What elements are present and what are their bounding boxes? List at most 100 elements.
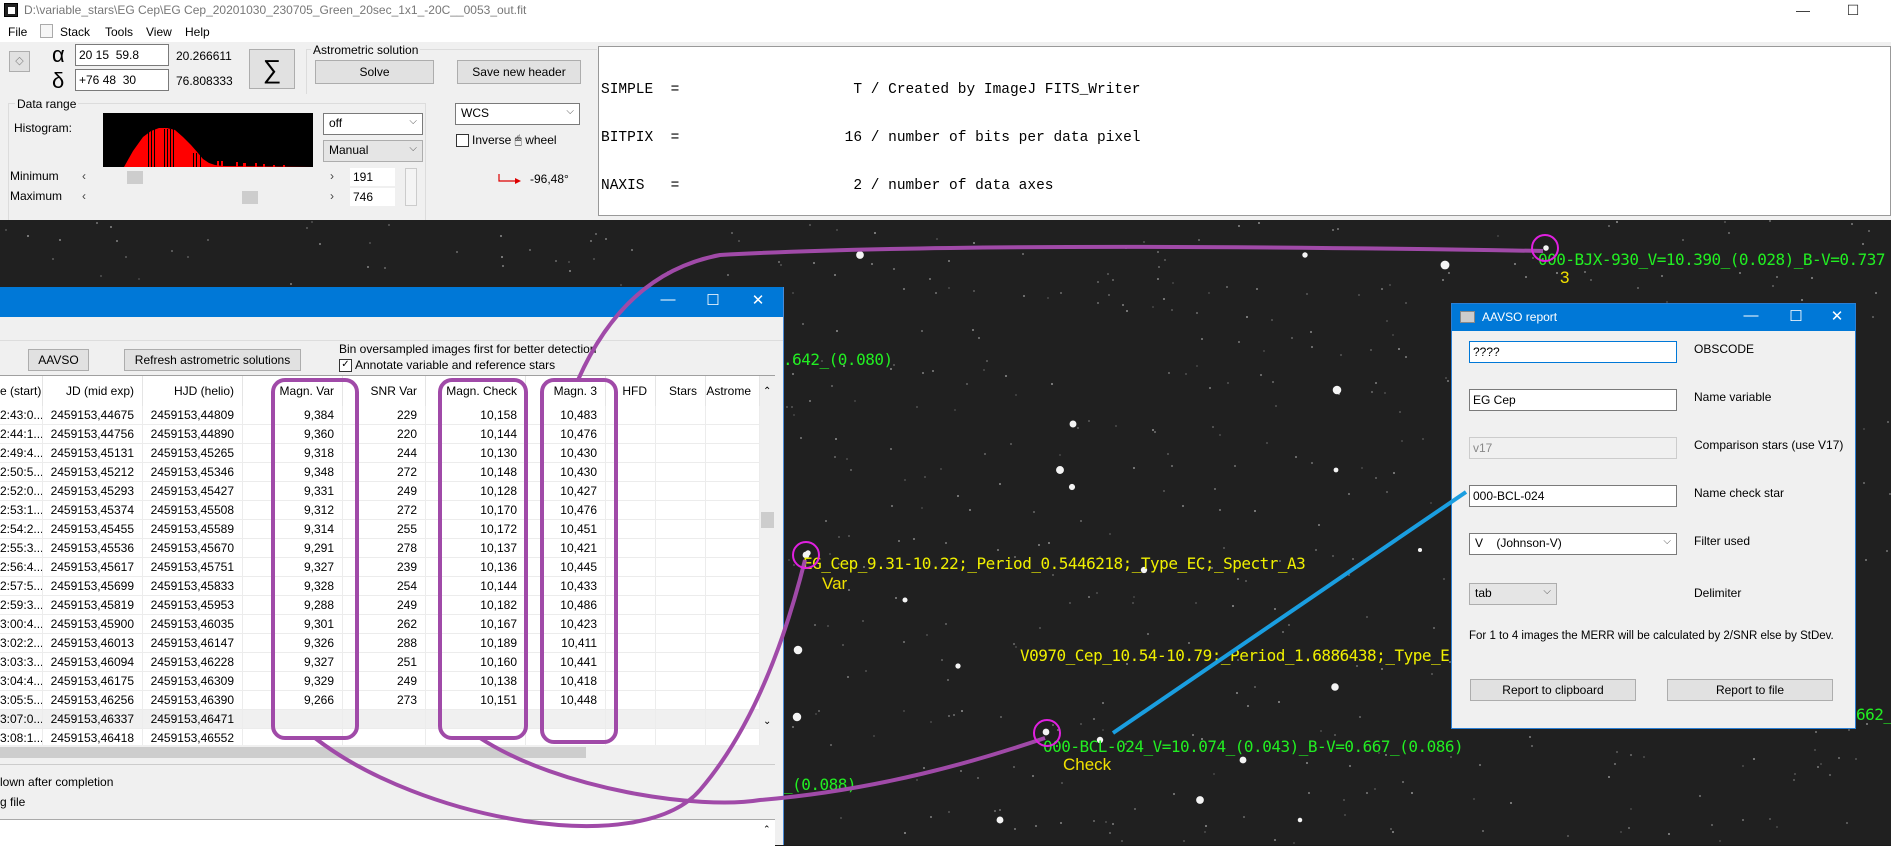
noise-pixel xyxy=(311,221,313,223)
annotate-checkbox[interactable]: ✓ xyxy=(339,359,352,372)
report-to-clipboard-button[interactable]: Report to clipboard xyxy=(1470,679,1636,701)
projection-select[interactable]: WCS ⌵ xyxy=(455,103,580,125)
delimiter-select[interactable]: tab ⌵ xyxy=(1469,583,1557,605)
table-row[interactable]: 2:50:5... 2459153,45212 2459153,45346 9,348… xyxy=(0,463,760,482)
minimize-button[interactable]: — xyxy=(648,291,688,308)
save-header-button[interactable]: Save new header xyxy=(457,60,581,84)
noise-pixel xyxy=(1051,383,1053,385)
table-row[interactable]: 2:55:3... 2459153,45536 2459153,45670 9,291… xyxy=(0,539,760,558)
table-row[interactable]: 2:43:0... 2459153,44675 2459153,44809 9,384… xyxy=(0,406,760,425)
table-row[interactable]: 3:08:1... 2459153,46418 2459153,46552 xyxy=(0,729,760,746)
noise-pixel xyxy=(827,625,829,627)
menu-help[interactable]: Help xyxy=(185,25,210,39)
column-header-jd[interactable]: JD (mid exp) xyxy=(43,376,143,406)
maximum-slider-thumb[interactable] xyxy=(241,191,258,204)
log-option[interactable]: g file xyxy=(0,795,25,809)
table-cell: 2459153,46035 xyxy=(143,615,243,633)
table-row[interactable]: 3:07:0... 2459153,46337 2459153,46471 xyxy=(0,710,760,729)
aavso-button[interactable]: AAVSO xyxy=(28,349,89,371)
noise-pixel xyxy=(1102,729,1104,731)
photometry-table[interactable]: e (start) JD (mid exp) HJD (helio) Magn.… xyxy=(0,375,775,746)
column-header-hjd[interactable]: HJD (helio) xyxy=(143,376,243,406)
sigma-button[interactable]: ∑ xyxy=(249,49,295,89)
dec-input[interactable] xyxy=(75,69,169,91)
stretch-select[interactable]: off ⌵ xyxy=(323,113,423,135)
table-vertical-scrollbar[interactable]: ⌃ ⌄ xyxy=(760,376,775,746)
noise-pixel xyxy=(1608,776,1610,778)
noise-pixel xyxy=(1390,828,1392,830)
ra-decimal: 20.266611 xyxy=(176,49,232,63)
inverse-wheel-checkbox[interactable] xyxy=(456,134,469,147)
menu-tools[interactable]: Tools xyxy=(105,25,133,39)
noise-pixel xyxy=(945,623,947,625)
table-row[interactable]: 3:00:4... 2459153,45900 2459153,46035 9,301… xyxy=(0,615,760,634)
noise-pixel xyxy=(1232,605,1234,607)
maximize-button[interactable]: ☐ xyxy=(1778,307,1814,325)
column-header-astrometry[interactable]: Astrome xyxy=(706,376,760,406)
maximum-slider[interactable]: ‹ › xyxy=(78,189,338,204)
table-row[interactable]: 2:57:5... 2459153,45699 2459153,45833 9,328… xyxy=(0,577,760,596)
table-row[interactable]: 2:53:1... 2459153,45374 2459153,45508 9,312… xyxy=(0,501,760,520)
minimum-value-input[interactable] xyxy=(350,168,395,186)
scroll-up-icon[interactable]: ⌃ xyxy=(763,824,771,835)
fits-header-text[interactable]: SIMPLE = T / Created by ImageJ FITS_Writ… xyxy=(598,46,1891,530)
close-button[interactable]: ✕ xyxy=(1819,307,1855,325)
solve-button[interactable]: Solve xyxy=(315,60,434,84)
column-header-date[interactable]: e (start) xyxy=(0,376,43,406)
table-row[interactable]: 3:05:5... 2459153,46256 2459153,46390 9,266… xyxy=(0,691,760,710)
menu-view[interactable]: View xyxy=(146,25,172,39)
maximize-button[interactable]: ☐ xyxy=(1830,0,1876,22)
column-header-magn-3[interactable]: Magn. 3 xyxy=(526,376,606,406)
filter-select[interactable]: V (Johnson-V) ⌵ xyxy=(1469,533,1677,555)
table-row[interactable]: 3:04:4... 2459153,46175 2459153,46309 9,329… xyxy=(0,672,760,691)
star xyxy=(1302,252,1308,258)
refresh-astrometric-button[interactable]: Refresh astrometric solutions xyxy=(124,349,301,371)
table-cell xyxy=(426,729,526,746)
comparison-stars-input[interactable] xyxy=(1469,437,1677,459)
table-cell: 2459153,46094 xyxy=(43,653,143,671)
table-row[interactable]: 2:59:3... 2459153,45819 2459153,45953 9,288… xyxy=(0,596,760,615)
report-to-file-button[interactable]: Report to file xyxy=(1667,679,1833,701)
table-row[interactable]: 2:52:0... 2459153,45293 2459153,45427 9,331… xyxy=(0,482,760,501)
scrollbar-thumb[interactable] xyxy=(761,512,774,528)
check-star-input[interactable] xyxy=(1469,485,1677,507)
scrollbar-thumb[interactable] xyxy=(0,747,586,758)
column-header-magn-check[interactable]: Magn. Check xyxy=(426,376,526,406)
table-row[interactable]: 2:56:4... 2459153,45617 2459153,45751 9,327… xyxy=(0,558,760,577)
noise-pixel xyxy=(898,540,900,542)
table-row[interactable]: 3:02:2... 2459153,46013 2459153,46147 9,326… xyxy=(0,634,760,653)
range-mode-select[interactable]: Manual ⌵ xyxy=(323,140,423,162)
toggle-panel-button[interactable]: ◇ xyxy=(9,51,30,72)
table-horizontal-scrollbar[interactable] xyxy=(0,745,760,760)
noise-pixel xyxy=(1015,747,1017,749)
ra-input[interactable] xyxy=(75,44,169,66)
minimize-button[interactable]: — xyxy=(1780,0,1826,22)
column-header-stars[interactable]: Stars xyxy=(656,376,706,406)
scroll-up-icon[interactable]: ⌃ xyxy=(763,386,771,397)
maximum-value-input[interactable] xyxy=(350,188,395,206)
column-header-snr-var[interactable]: SNR Var xyxy=(343,376,426,406)
table-row[interactable]: 2:54:2... 2459153,45455 2459153,45589 9,314… xyxy=(0,520,760,539)
column-header-magn-var[interactable]: Magn. Var xyxy=(243,376,343,406)
maximize-button[interactable]: ☐ xyxy=(693,291,733,309)
table-row[interactable]: 2:44:1... 2459153,44756 2459153,44890 9,360… xyxy=(0,425,760,444)
table-row[interactable]: 3:03:3... 2459153,46094 2459153,46228 9,327… xyxy=(0,653,760,672)
column-header-hfd[interactable]: HFD xyxy=(606,376,656,406)
shutdown-option[interactable]: lown after completion xyxy=(0,775,113,789)
noise-pixel xyxy=(1630,808,1632,810)
minimum-slider-thumb[interactable] xyxy=(127,171,144,184)
noise-pixel xyxy=(1212,426,1214,428)
menu-stack[interactable]: Stack xyxy=(60,25,90,39)
log-textarea[interactable]: ⌃ xyxy=(0,819,775,846)
obscode-input[interactable] xyxy=(1469,341,1677,363)
range-spinner[interactable] xyxy=(405,168,417,206)
minimum-slider[interactable]: ‹ › xyxy=(78,169,338,184)
close-button[interactable]: ✕ xyxy=(738,291,778,309)
minimize-button[interactable]: — xyxy=(1733,307,1769,324)
scroll-down-icon[interactable]: ⌄ xyxy=(763,716,771,727)
name-variable-input[interactable] xyxy=(1469,389,1677,411)
noise-pixel xyxy=(1381,668,1383,670)
menu-file[interactable]: File xyxy=(8,25,27,39)
table-row[interactable]: 2:49:4... 2459153,45131 2459153,45265 9,318… xyxy=(0,444,760,463)
table-cell: 272 xyxy=(343,501,426,519)
